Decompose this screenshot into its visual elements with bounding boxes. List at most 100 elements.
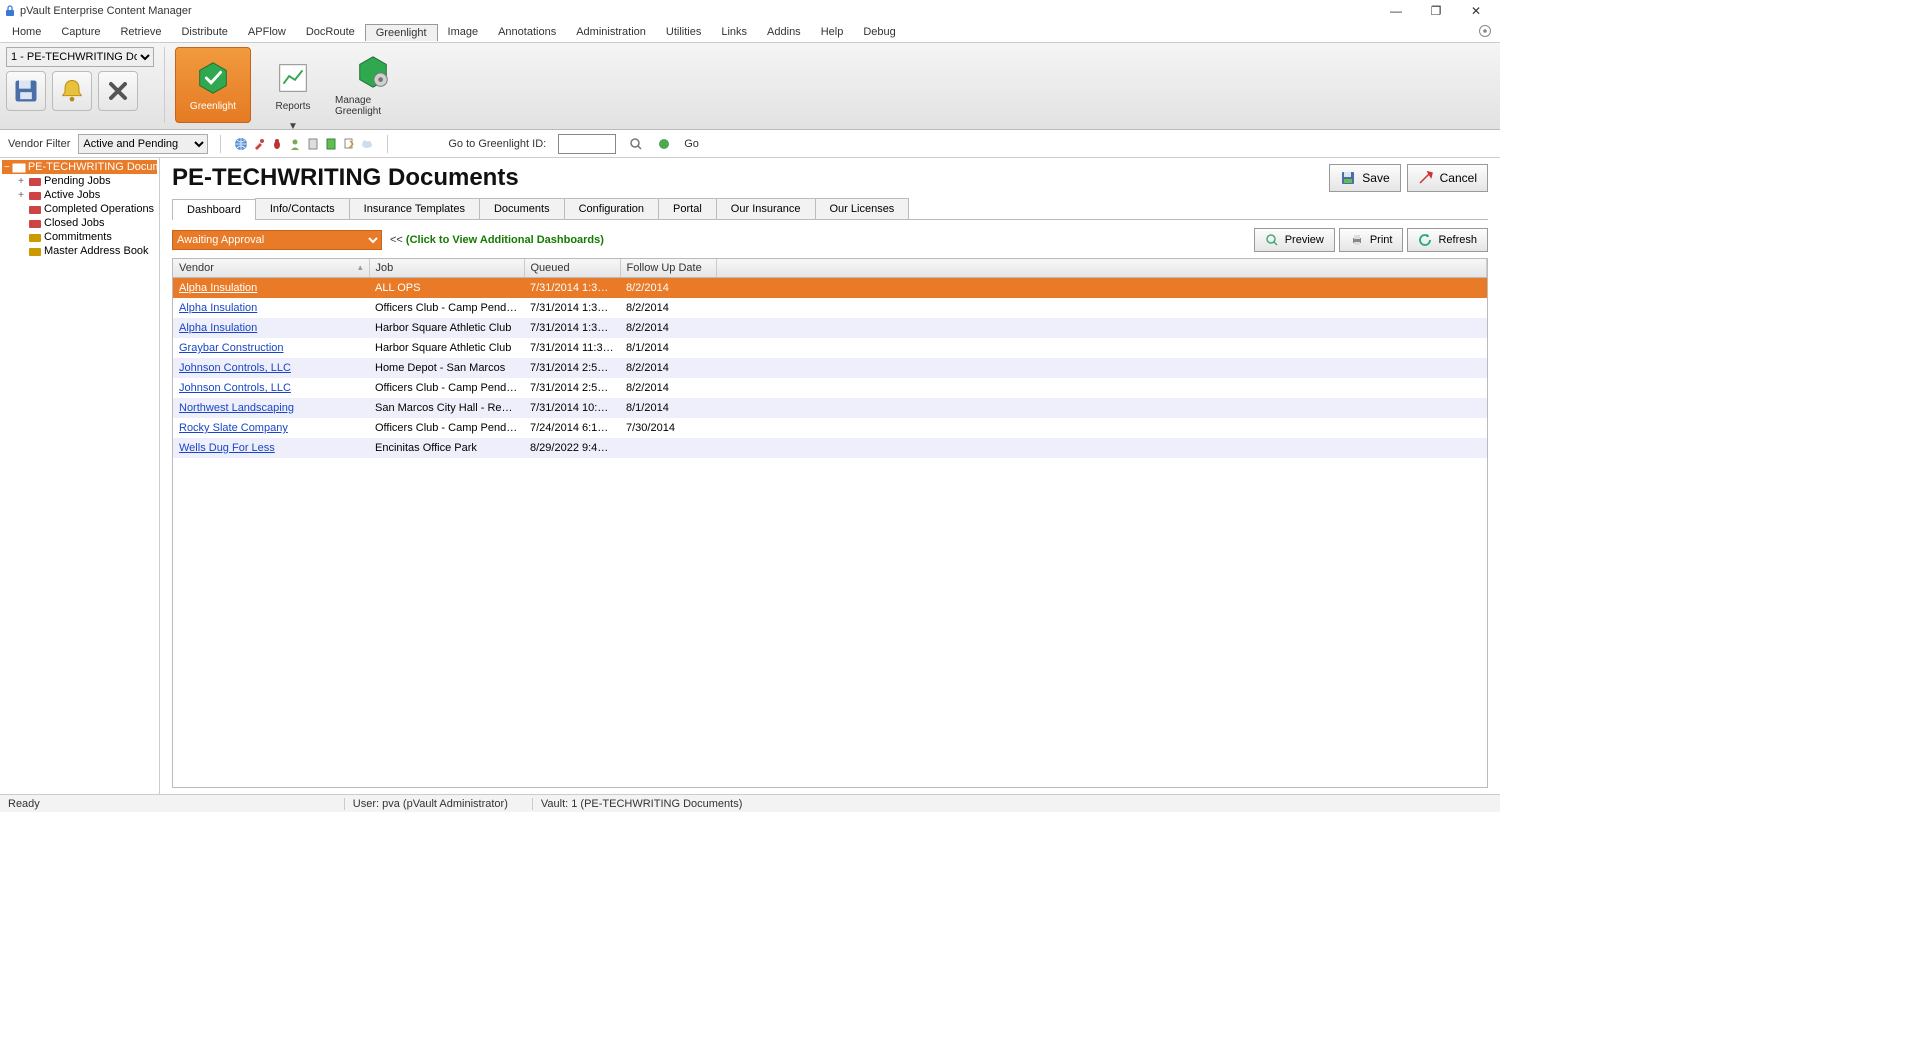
close-button[interactable]: ✕ — [1456, 4, 1496, 18]
table-row[interactable]: Johnson Controls, LLCHome Depot - San Ma… — [173, 358, 1487, 378]
menu-debug[interactable]: Debug — [853, 24, 905, 40]
expand-icon[interactable] — [16, 204, 26, 215]
vault-selector[interactable]: 1 - PE-TECHWRITING Documents — [6, 47, 154, 67]
cancel-button[interactable]: Cancel — [1407, 164, 1488, 192]
manage-greenlight-button[interactable]: Manage Greenlight — [335, 47, 411, 123]
cell-queued: 7/31/2014 2:51 PM — [524, 358, 620, 378]
tab-our-licenses[interactable]: Our Licenses — [815, 198, 910, 219]
col-header-follow[interactable]: Follow Up Date — [620, 259, 716, 278]
tab-info-contacts[interactable]: Info/Contacts — [255, 198, 350, 219]
tree-item-label: Master Address Book — [44, 245, 149, 257]
cell-blank — [716, 418, 1487, 438]
table-row[interactable]: Graybar ConstructionHarbor Square Athlet… — [173, 338, 1487, 358]
cell-queued: 8/29/2022 9:43 AM — [524, 438, 620, 458]
print-button[interactable]: Print — [1339, 228, 1404, 252]
table-row[interactable]: Johnson Controls, LLCOfficers Club - Cam… — [173, 378, 1487, 398]
bug-icon[interactable] — [269, 136, 285, 152]
tree-item[interactable]: Commitments — [2, 230, 157, 244]
menu-administration[interactable]: Administration — [566, 24, 656, 40]
doc-icon[interactable] — [305, 136, 321, 152]
table-row[interactable]: Alpha InsulationHarbor Square Athletic C… — [173, 318, 1487, 338]
reports-button[interactable]: Reports — [255, 47, 331, 123]
close-x-button[interactable] — [98, 71, 138, 111]
tree-item[interactable]: Completed Operations — [2, 202, 157, 216]
table-row[interactable]: Rocky Slate CompanyOfficers Club - Camp … — [173, 418, 1487, 438]
expand-icon[interactable]: + — [16, 190, 26, 201]
cell-vendor: Rocky Slate Company — [173, 418, 369, 438]
cloud-icon[interactable] — [359, 136, 375, 152]
vendor-link[interactable]: Northwest Landscaping — [179, 402, 294, 414]
tree-item[interactable]: Closed Jobs — [2, 216, 157, 230]
tree-item[interactable]: Master Address Book — [2, 244, 157, 258]
edit-icon[interactable] — [341, 136, 357, 152]
tree-root[interactable]: − PE-TECHWRITING Documents — [2, 160, 157, 174]
vendor-link[interactable]: Graybar Construction — [179, 342, 284, 354]
reports-dropdown-arrow[interactable]: ▼ — [255, 121, 331, 132]
col-header-vendor[interactable]: Vendor ▴ — [173, 259, 369, 278]
tab-our-insurance[interactable]: Our Insurance — [716, 198, 816, 219]
tree-item[interactable]: +Active Jobs — [2, 188, 157, 202]
menu-retrieve[interactable]: Retrieve — [110, 24, 171, 40]
calc-icon[interactable] — [323, 136, 339, 152]
tab-dashboard[interactable]: Dashboard — [172, 199, 256, 220]
menu-apflow[interactable]: APFlow — [238, 24, 296, 40]
menu-greenlight[interactable]: Greenlight — [365, 24, 438, 41]
vendor-link[interactable]: Wells Dug For Less — [179, 442, 275, 454]
menu-docroute[interactable]: DocRoute — [296, 24, 365, 40]
user-icon[interactable] — [287, 136, 303, 152]
tab-documents[interactable]: Documents — [479, 198, 565, 219]
ribbon: 1 - PE-TECHWRITING Documents Greenlight … — [0, 42, 1500, 130]
menu-links[interactable]: Links — [711, 24, 757, 40]
expand-icon[interactable]: + — [16, 176, 26, 187]
menu-distribute[interactable]: Distribute — [171, 24, 237, 40]
dashboard-select[interactable]: Awaiting Approval — [172, 230, 382, 250]
settings-icon[interactable] — [1478, 24, 1492, 38]
tool-icon[interactable] — [251, 136, 267, 152]
goto-greenlight-input[interactable] — [558, 134, 616, 154]
expand-icon[interactable] — [16, 246, 26, 257]
tab-insurance-templates[interactable]: Insurance Templates — [349, 198, 480, 219]
save-button[interactable]: Save — [1329, 164, 1400, 192]
vendor-link[interactable]: Johnson Controls, LLC — [179, 362, 291, 374]
preview-button[interactable]: Preview — [1254, 228, 1335, 252]
greenlight-button[interactable]: Greenlight — [175, 47, 251, 123]
vendor-link[interactable]: Alpha Insulation — [179, 302, 257, 314]
col-header-queued[interactable]: Queued — [524, 259, 620, 278]
tab-configuration[interactable]: Configuration — [564, 198, 659, 219]
vendor-filter-select[interactable]: Active and Pending — [78, 134, 208, 154]
go-dot-icon[interactable] — [656, 136, 672, 152]
menu-addins[interactable]: Addins — [757, 24, 811, 40]
globe-icon[interactable] — [233, 136, 249, 152]
go-button[interactable]: Go — [684, 138, 699, 150]
folder-icon — [28, 175, 42, 187]
table-row[interactable]: Alpha InsulationOfficers Club - Camp Pen… — [173, 298, 1487, 318]
vendor-link[interactable]: Rocky Slate Company — [179, 422, 288, 434]
cell-queued: 7/31/2014 2:51 PM — [524, 378, 620, 398]
table-row[interactable]: Northwest LandscapingSan Marcos City Hal… — [173, 398, 1487, 418]
status-vault: Vault: 1 (PE-TECHWRITING Documents) — [532, 798, 743, 810]
menu-image[interactable]: Image — [438, 24, 489, 40]
expand-icon[interactable] — [16, 232, 26, 243]
save-icon-button[interactable] — [6, 71, 46, 111]
table-row[interactable]: Wells Dug For LessEncinitas Office Park8… — [173, 438, 1487, 458]
expand-icon[interactable] — [16, 218, 26, 229]
table-row[interactable]: Alpha InsulationALL OPS7/31/2014 1:32 PM… — [173, 278, 1487, 299]
additional-dashboards-link[interactable]: << (Click to View Additional Dashboards) — [390, 234, 604, 246]
collapse-icon[interactable]: − — [4, 162, 10, 173]
tree-item[interactable]: +Pending Jobs — [2, 174, 157, 188]
menu-annotations[interactable]: Annotations — [488, 24, 566, 40]
vendor-link[interactable]: Alpha Insulation — [179, 322, 257, 334]
tab-portal[interactable]: Portal — [658, 198, 717, 219]
search-icon[interactable] — [628, 136, 644, 152]
minimize-button[interactable]: — — [1376, 4, 1416, 18]
vendor-link[interactable]: Johnson Controls, LLC — [179, 382, 291, 394]
bell-icon-button[interactable] — [52, 71, 92, 111]
menu-help[interactable]: Help — [811, 24, 854, 40]
col-header-job[interactable]: Job — [369, 259, 524, 278]
maximize-button[interactable]: ❐ — [1416, 4, 1456, 18]
menu-utilities[interactable]: Utilities — [656, 24, 711, 40]
menu-home[interactable]: Home — [2, 24, 51, 40]
vendor-link[interactable]: Alpha Insulation — [179, 282, 257, 294]
menu-capture[interactable]: Capture — [51, 24, 110, 40]
refresh-button[interactable]: Refresh — [1407, 228, 1488, 252]
